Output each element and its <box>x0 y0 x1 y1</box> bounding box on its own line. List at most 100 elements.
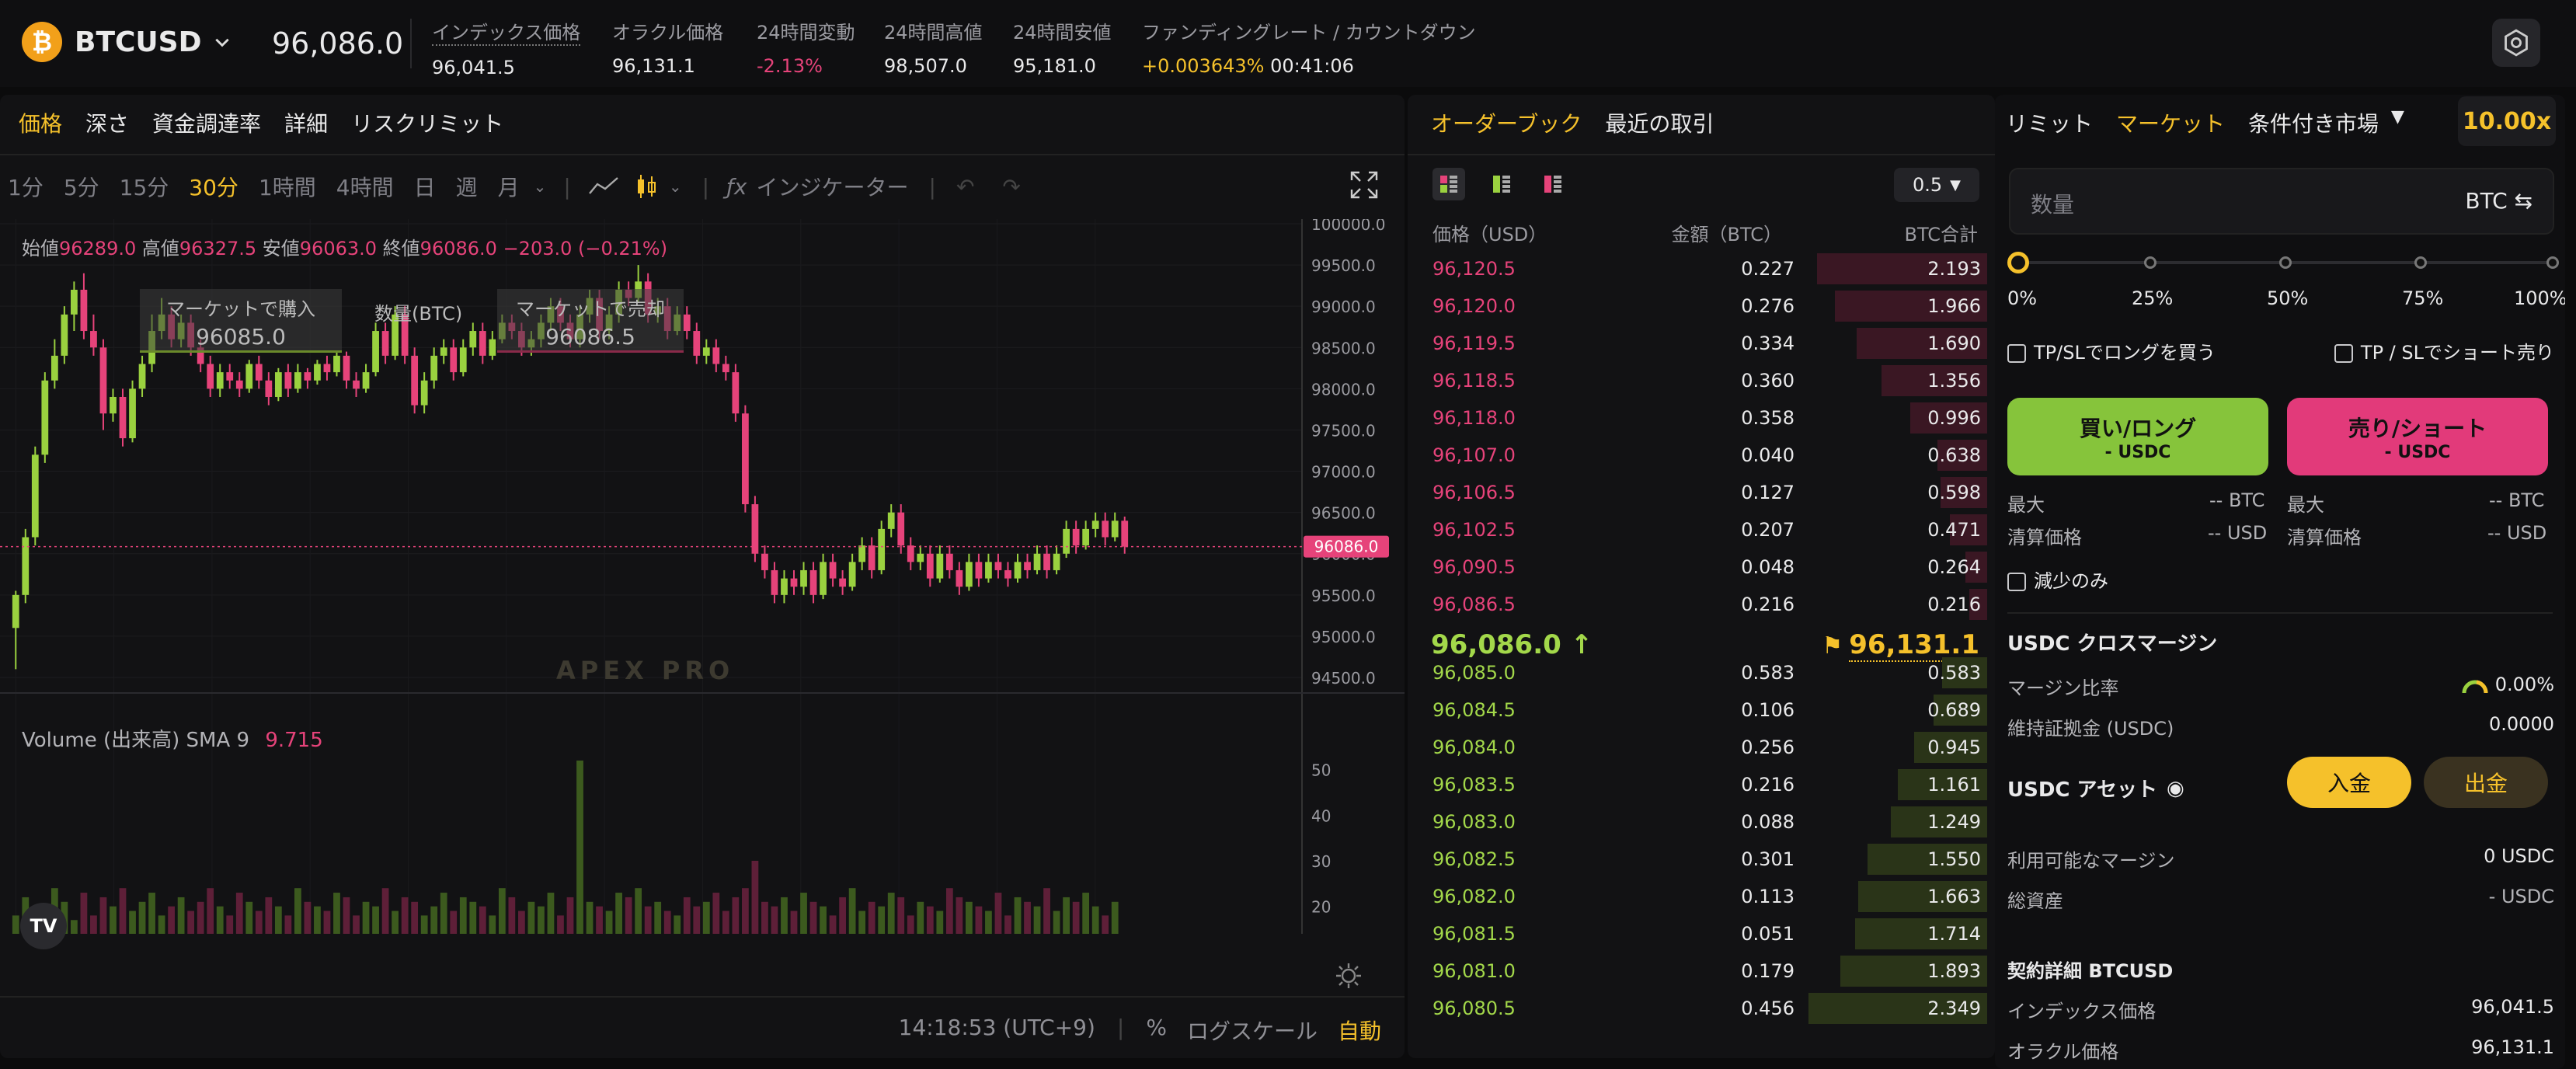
log-scale-toggle[interactable]: ログスケール <box>1187 1015 1318 1046</box>
bid-row[interactable]: 96,080.5 0.456 2.349 <box>1408 990 1995 1027</box>
price-tick: 97000.0 <box>1311 463 1376 482</box>
divider <box>2007 612 2553 614</box>
price-tick: 99000.0 <box>1311 298 1376 316</box>
tab-conditional[interactable]: 条件付き市場 <box>2248 107 2379 138</box>
bid-row[interactable]: 96,081.0 0.179 1.893 <box>1408 952 1995 990</box>
tab-depth[interactable]: 深さ <box>85 107 129 138</box>
eye-icon[interactable]: ◉ <box>2167 777 2184 800</box>
tradingview-logo[interactable]: TV <box>20 903 67 949</box>
quick-buy-overlay[interactable]: マーケットで購入 96085.0 <box>140 289 342 353</box>
close-value: 96086.0 <box>419 238 497 259</box>
tab-limit[interactable]: リミット <box>2006 107 2093 138</box>
quick-buy-label: マーケットで購入 <box>166 298 315 320</box>
fullscreen-icon[interactable] <box>1349 169 1380 200</box>
precision-select[interactable]: 0.5 ▼ <box>1894 168 1979 202</box>
bid-row[interactable]: 96,083.0 0.088 1.249 <box>1408 803 1995 841</box>
view-both-icon[interactable] <box>1432 168 1465 200</box>
candlestick-icon[interactable] <box>635 173 658 200</box>
leverage-button[interactable]: 10.00x <box>2458 96 2556 146</box>
tab-risk-limit[interactable]: リスクリミット <box>351 107 503 138</box>
candle-body <box>304 372 312 381</box>
interval-1h[interactable]: 1時間 <box>259 171 316 202</box>
view-asks-icon[interactable] <box>1537 168 1569 200</box>
settings-icon[interactable] <box>1333 960 1364 991</box>
chevron-down-icon[interactable]: ⌄ <box>669 177 682 196</box>
volume-bar <box>712 893 720 934</box>
ask-row[interactable]: 96,106.5 0.127 0.598 <box>1408 474 1995 511</box>
tab-market[interactable]: マーケット <box>2116 107 2225 138</box>
undo-icon[interactable]: ↶ <box>956 174 974 200</box>
symbol-selector[interactable]: ₿ BTCUSD <box>22 22 231 62</box>
deposit-button[interactable]: 入金 <box>2287 757 2411 808</box>
tab-recent-trades[interactable]: 最近の取引 <box>1605 107 1714 138</box>
tab-price[interactable]: 価格 <box>19 107 62 138</box>
bid-row[interactable]: 96,082.5 0.301 1.550 <box>1408 841 1995 878</box>
chevron-down-icon[interactable]: ⌄ <box>534 177 547 196</box>
withdraw-button[interactable]: 出金 <box>2424 757 2548 808</box>
indicator-button[interactable]: インジケーター <box>756 171 908 202</box>
bid-row[interactable]: 96,084.0 0.256 0.945 <box>1408 729 1995 766</box>
ask-price: 96,120.0 <box>1432 295 1516 317</box>
interval-4h[interactable]: 4時間 <box>336 171 394 202</box>
quick-sell-overlay[interactable]: マーケットで売却 96086.5 <box>497 289 684 353</box>
slider-step[interactable] <box>2279 256 2292 269</box>
interval-week[interactable]: 週 <box>456 171 478 202</box>
ask-price: 96,118.0 <box>1432 407 1516 429</box>
interval-day[interactable]: 日 <box>414 171 436 202</box>
bid-row[interactable]: 96,083.5 0.216 1.161 <box>1408 766 1995 803</box>
sell-short-button[interactable]: 売り/ショート - USDC <box>2287 398 2548 475</box>
qty-unit-toggle[interactable]: BTC ⇆ <box>2465 188 2532 214</box>
ask-row[interactable]: 96,118.5 0.360 1.356 <box>1408 362 1995 399</box>
volume-bar <box>527 901 535 934</box>
line-chart-icon[interactable] <box>588 175 619 198</box>
redo-icon[interactable]: ↷ <box>1002 174 1020 200</box>
ask-row[interactable]: 96,120.0 0.276 1.966 <box>1408 287 1995 325</box>
ask-row[interactable]: 96,086.5 0.216 0.216 <box>1408 586 1995 623</box>
volume-bar <box>207 888 214 934</box>
interval-30m[interactable]: 30分 <box>189 171 238 202</box>
change-value: −203.0 (−0.21%) <box>503 238 668 259</box>
volume-bar <box>314 906 321 934</box>
asset-title-row: USDC アセット ◉ <box>2007 774 2184 803</box>
tab-details[interactable]: 詳細 <box>284 107 328 138</box>
interval-month[interactable]: 月 <box>498 171 520 202</box>
percent-toggle[interactable]: % <box>1146 1015 1167 1046</box>
ask-row[interactable]: 96,102.5 0.207 0.471 <box>1408 511 1995 548</box>
reduce-only-checkbox[interactable]: 減少のみ <box>2007 566 2108 593</box>
view-bids-icon[interactable] <box>1485 168 1518 200</box>
tp-sl-long-checkbox[interactable]: TP/SLでロングを買う <box>2007 337 2216 364</box>
buy-long-button[interactable]: 買い/ロング - USDC <box>2007 398 2268 475</box>
bid-row[interactable]: 96,084.5 0.106 0.689 <box>1408 691 1995 729</box>
ask-row[interactable]: 96,107.0 0.040 0.638 <box>1408 437 1995 474</box>
slider-step[interactable] <box>2144 256 2157 269</box>
bid-row[interactable]: 96,085.0 0.583 0.583 <box>1408 654 1995 691</box>
auto-scale-toggle[interactable]: 自動 <box>1338 1015 1381 1046</box>
settings-button[interactable] <box>2492 19 2540 67</box>
orderbook-panel: オーダーブック 最近の取引 0.5 ▼ 価格（USD） 金額（BTC） BTC合… <box>1408 95 1995 1058</box>
tp-sl-short-checkbox[interactable]: TP / SLでショート売り <box>2334 337 2554 364</box>
interval-5m[interactable]: 5分 <box>64 171 99 202</box>
slider-step[interactable] <box>2414 256 2427 269</box>
caret-down-icon[interactable]: ▼ <box>2391 107 2404 138</box>
volume-bar <box>790 911 798 934</box>
interval-15m[interactable]: 15分 <box>120 171 169 202</box>
ask-row[interactable]: 96,120.5 0.227 2.193 <box>1408 250 1995 287</box>
ask-row[interactable]: 96,119.5 0.334 1.690 <box>1408 325 1995 362</box>
slider-step[interactable] <box>2546 256 2559 269</box>
bid-row[interactable]: 96,082.0 0.113 1.663 <box>1408 878 1995 915</box>
ask-row[interactable]: 96,090.5 0.048 0.264 <box>1408 548 1995 586</box>
candle-body <box>12 594 19 629</box>
bid-row[interactable]: 96,081.5 0.051 1.714 <box>1408 915 1995 952</box>
slider-thumb[interactable] <box>2007 252 2029 273</box>
ask-row[interactable]: 96,118.0 0.358 0.996 <box>1408 399 1995 437</box>
bid-price: 96,080.5 <box>1432 998 1516 1019</box>
qty-input[interactable]: 数量 BTC ⇆ <box>2009 168 2554 235</box>
volume-bar <box>158 915 165 934</box>
interval-1m[interactable]: 1分 <box>8 171 44 202</box>
tab-funding[interactable]: 資金調達率 <box>152 107 261 138</box>
chevron-down-icon[interactable] <box>214 33 231 50</box>
contract-oracle-value: 96,131.1 <box>2471 1036 2554 1058</box>
volume-bar <box>781 897 788 934</box>
caret-down-icon: ▼ <box>1950 176 1961 193</box>
tab-orderbook[interactable]: オーダーブック <box>1431 107 1582 138</box>
